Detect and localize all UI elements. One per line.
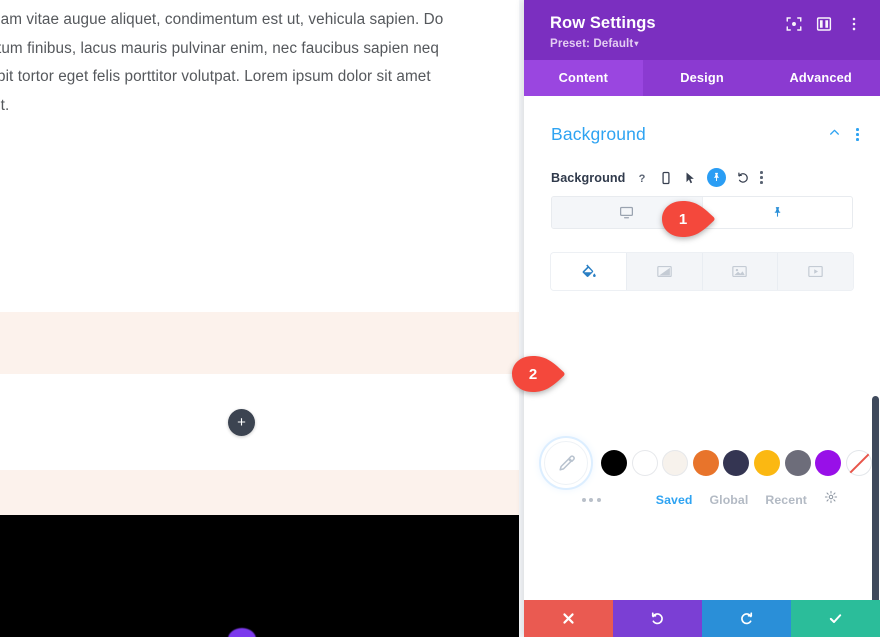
background-field-label: Background [551, 170, 626, 185]
callout-marker-2: 2 [511, 356, 569, 392]
screenshot-root: et lacus. Nullam vitae augue aliquet, co… [0, 0, 880, 637]
background-video-tab[interactable] [778, 253, 853, 290]
section-title: Background [551, 124, 646, 144]
background-section-header: Background [524, 96, 880, 145]
panel-header: Row Settings Preset: Default▾ [524, 0, 880, 60]
section-band-black [0, 515, 540, 637]
section-band-peach-top [0, 312, 540, 374]
panel-scrollbar[interactable] [872, 396, 879, 600]
panel-body: Background Background ? Saved Global Rec… [524, 96, 880, 600]
swatch-color[interactable] [692, 450, 719, 476]
panel-tabs: Content Design Advanced [524, 60, 880, 96]
more-vertical-icon[interactable] [845, 15, 863, 33]
swatch-color[interactable] [723, 450, 750, 476]
panel-header-actions [785, 13, 863, 33]
color-picker-area[interactable] [524, 290, 880, 440]
svg-text:?: ? [639, 172, 646, 184]
swatch-color[interactable] [753, 450, 780, 476]
swatch-color[interactable] [815, 450, 842, 476]
tab-design[interactable]: Design [643, 60, 762, 96]
focus-target-icon[interactable] [785, 15, 803, 33]
undo-button[interactable] [613, 600, 702, 637]
undo-reset-icon[interactable] [736, 171, 750, 185]
callout-marker-1: 1 [661, 201, 719, 237]
swatch-color[interactable] [784, 450, 811, 476]
swatch-transparent[interactable] [845, 450, 872, 476]
panel-title: Row Settings [550, 14, 656, 32]
swatch-color[interactable] [601, 450, 627, 476]
chevron-down-icon: ▾ [634, 39, 639, 48]
field-more-vertical-icon[interactable] [760, 171, 764, 184]
background-image-tab[interactable] [702, 253, 779, 290]
swatch-color[interactable] [662, 450, 689, 476]
panel-footer-actions [524, 600, 880, 637]
tab-advanced[interactable]: Advanced [761, 60, 880, 96]
preset-selector[interactable]: Preset: Default▾ [550, 37, 863, 50]
mobile-device-icon[interactable] [659, 171, 673, 185]
redo-button[interactable] [702, 600, 791, 637]
cancel-button[interactable] [524, 600, 613, 637]
layout-columns-icon[interactable] [815, 15, 833, 33]
eyedropper-icon[interactable] [544, 441, 588, 485]
chevron-up-icon[interactable] [828, 126, 841, 144]
cursor-pointer-icon[interactable] [683, 171, 697, 185]
section-band-white [0, 374, 540, 470]
row-settings-panel: Row Settings Preset: Default▾ Content De… [524, 0, 880, 637]
pin-hover-state-icon[interactable] [707, 168, 727, 187]
gear-icon[interactable] [824, 490, 838, 509]
help-question-icon[interactable]: ? [635, 171, 649, 185]
swatches-tab-saved[interactable]: Saved [656, 493, 693, 507]
callout-number: 2 [528, 365, 538, 383]
swatch-color[interactable] [631, 450, 658, 476]
swatches-tab-global[interactable]: Global [710, 493, 749, 507]
color-swatches: Saved Global Recent [524, 440, 880, 509]
background-color-tab[interactable] [551, 253, 627, 290]
section-more-vertical-icon[interactable] [856, 128, 859, 141]
tab-content[interactable]: Content [524, 60, 643, 96]
background-type-tabs [551, 253, 853, 290]
section-band-peach-bottom [0, 470, 540, 515]
add-module-button[interactable]: + [228, 409, 255, 436]
background-field-row: Background ? [524, 145, 880, 187]
callout-number: 1 [678, 210, 688, 228]
more-colors-icon[interactable] [564, 497, 601, 502]
background-gradient-tab[interactable] [626, 253, 703, 290]
preset-label: Preset: Default [550, 37, 634, 50]
swatches-tab-recent[interactable]: Recent [765, 493, 807, 507]
save-button[interactable] [791, 600, 880, 637]
hover-state-tab[interactable] [703, 197, 853, 228]
